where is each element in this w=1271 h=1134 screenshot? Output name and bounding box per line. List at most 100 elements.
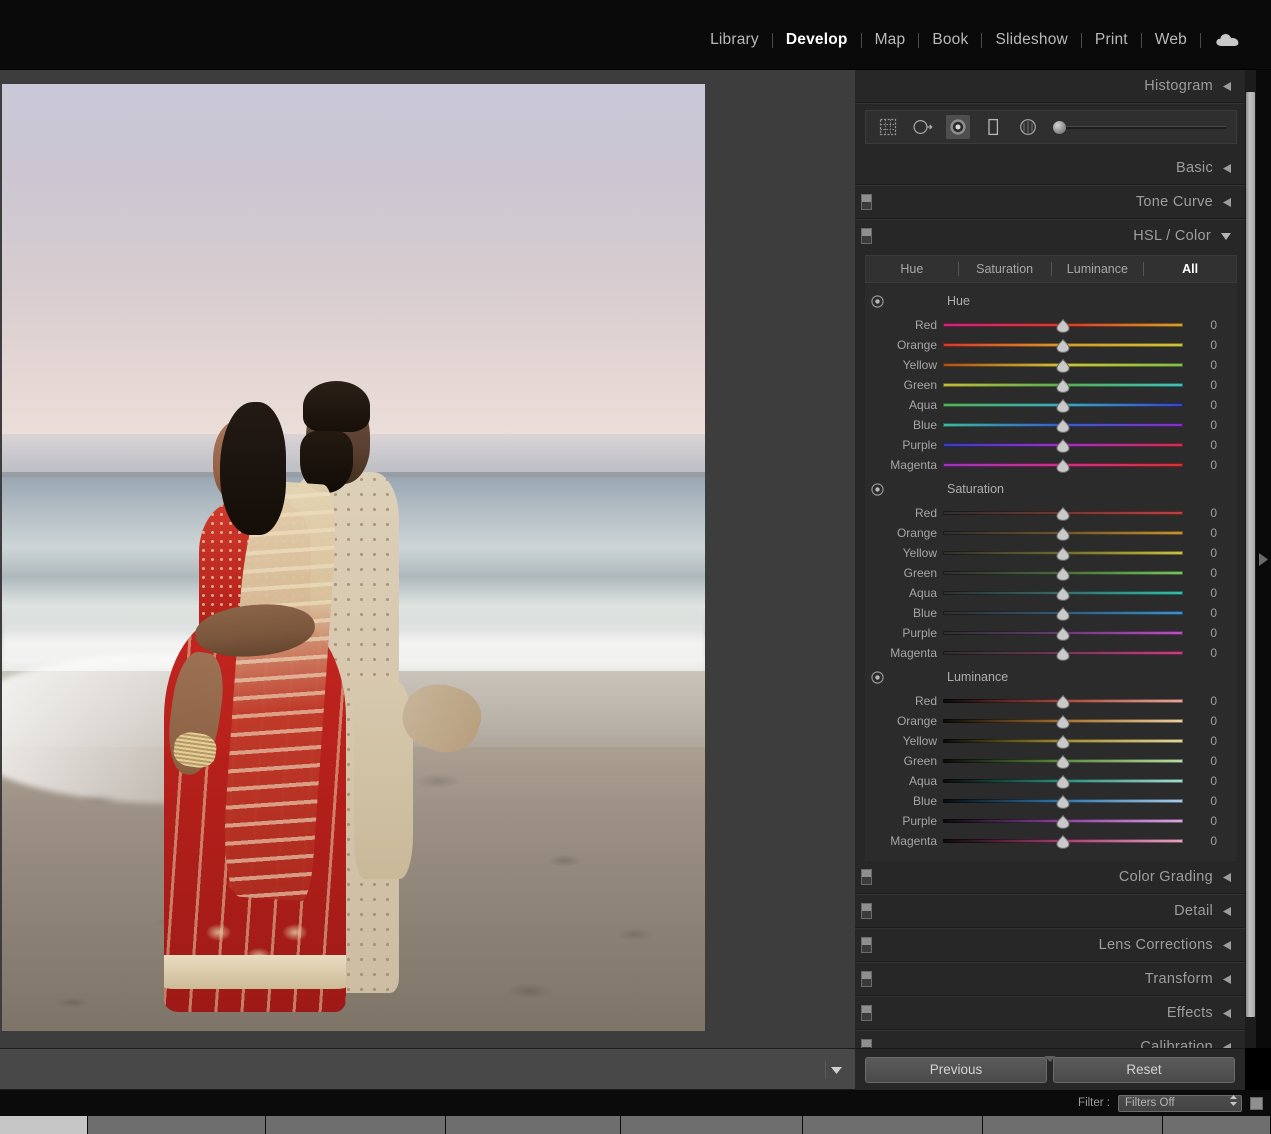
collapse-left-icon[interactable]: [1223, 872, 1231, 882]
collapse-left-icon[interactable]: [1223, 197, 1231, 207]
hsl-slider-value[interactable]: 0: [1183, 315, 1227, 335]
hsl-slider-row[interactable]: Blue 0: [865, 791, 1237, 811]
panel-switch-effects[interactable]: [861, 1005, 872, 1021]
tab-luminance[interactable]: Luminance: [1052, 256, 1144, 282]
radial-gradient-icon[interactable]: [1016, 115, 1040, 139]
hsl-slider-thumb[interactable]: [1056, 814, 1071, 829]
hsl-slider-track-wrap[interactable]: [943, 523, 1183, 543]
hsl-slider-value[interactable]: 0: [1183, 455, 1227, 475]
hsl-slider-row[interactable]: Yellow 0: [865, 731, 1237, 751]
hsl-slider-thumb[interactable]: [1056, 694, 1071, 709]
filmstrip-thumbnail[interactable]: [621, 1116, 803, 1134]
hsl-slider-value[interactable]: 0: [1183, 355, 1227, 375]
hsl-slider-value[interactable]: 0: [1183, 603, 1227, 623]
hsl-slider-track-wrap[interactable]: [943, 811, 1183, 831]
hsl-slider-value[interactable]: 0: [1183, 623, 1227, 643]
panel-switch-lens-corrections[interactable]: [861, 937, 872, 953]
hsl-slider-value[interactable]: 0: [1183, 643, 1227, 663]
hsl-slider-value[interactable]: 0: [1183, 771, 1227, 791]
hsl-slider-value[interactable]: 0: [1183, 831, 1227, 851]
tool-amount-slider[interactable]: [1053, 120, 1226, 134]
hsl-slider-row[interactable]: Purple 0: [865, 623, 1237, 643]
panel-scrollbar-thumb[interactable]: [1246, 92, 1255, 1017]
hsl-slider-track-wrap[interactable]: [943, 335, 1183, 355]
hsl-slider-thumb[interactable]: [1056, 606, 1071, 621]
panel-collapse-handle[interactable]: [1256, 70, 1271, 1048]
panel-resize-caret-icon[interactable]: [1044, 1049, 1056, 1067]
panel-header-transform[interactable]: Transform: [855, 963, 1245, 995]
photo-preview-frame[interactable]: [2, 84, 705, 1031]
hsl-slider-row[interactable]: Purple 0: [865, 811, 1237, 831]
hsl-slider-track-wrap[interactable]: [943, 583, 1183, 603]
hsl-slider-row[interactable]: Red 0: [865, 691, 1237, 711]
panel-header-tone-curve[interactable]: Tone Curve: [855, 186, 1245, 218]
module-tab-print[interactable]: Print: [1082, 31, 1141, 49]
hsl-slider-thumb[interactable]: [1056, 626, 1071, 641]
hsl-slider-thumb[interactable]: [1056, 398, 1071, 413]
hsl-slider-track-wrap[interactable]: [943, 603, 1183, 623]
hsl-slider-row[interactable]: Magenta 0: [865, 831, 1237, 851]
hsl-slider-row[interactable]: Yellow 0: [865, 355, 1237, 375]
hsl-slider-value[interactable]: 0: [1183, 543, 1227, 563]
collapse-left-icon[interactable]: [1223, 1008, 1231, 1018]
hsl-slider-track-wrap[interactable]: [943, 771, 1183, 791]
stepper-up-down-icon[interactable]: [1229, 1094, 1238, 1112]
hsl-slider-row[interactable]: Orange 0: [865, 335, 1237, 355]
panel-switch-tone-curve[interactable]: [861, 194, 872, 210]
flag-toggle-icon[interactable]: [1250, 1096, 1263, 1110]
hsl-slider-track-wrap[interactable]: [943, 395, 1183, 415]
filmstrip-thumbnail[interactable]: [0, 1116, 88, 1134]
hsl-slider-thumb[interactable]: [1056, 338, 1071, 353]
panel-switch-detail[interactable]: [861, 903, 872, 919]
panel-header-histogram[interactable]: Histogram: [855, 70, 1245, 102]
target-adjustment-icon[interactable]: [871, 295, 884, 313]
hsl-slider-row[interactable]: Magenta 0: [865, 455, 1237, 475]
hsl-slider-track-wrap[interactable]: [943, 415, 1183, 435]
hsl-slider-track-wrap[interactable]: [943, 503, 1183, 523]
hsl-slider-thumb[interactable]: [1056, 526, 1071, 541]
hsl-slider-thumb[interactable]: [1056, 714, 1071, 729]
hsl-slider-value[interactable]: 0: [1183, 395, 1227, 415]
photo-toolbar[interactable]: [0, 1048, 855, 1090]
hsl-slider-row[interactable]: Yellow 0: [865, 543, 1237, 563]
tool-amount-knob[interactable]: [1053, 120, 1066, 134]
hsl-slider-thumb[interactable]: [1056, 734, 1071, 749]
collapse-left-icon[interactable]: [1223, 81, 1231, 91]
hsl-slider-row[interactable]: Red 0: [865, 503, 1237, 523]
hsl-slider-thumb[interactable]: [1056, 358, 1071, 373]
panel-header-color-grading[interactable]: Color Grading: [855, 861, 1245, 893]
hsl-slider-thumb[interactable]: [1056, 754, 1071, 769]
previous-button[interactable]: Previous: [865, 1056, 1047, 1083]
hsl-slider-track-wrap[interactable]: [943, 315, 1183, 335]
hsl-slider-row[interactable]: Aqua 0: [865, 395, 1237, 415]
hsl-slider-thumb[interactable]: [1056, 586, 1071, 601]
hsl-slider-thumb[interactable]: [1056, 834, 1071, 849]
spot-removal-icon[interactable]: [911, 115, 935, 139]
hsl-slider-row[interactable]: Purple 0: [865, 435, 1237, 455]
panel-switch-hsl-color[interactable]: [861, 228, 872, 244]
tool-amount-track[interactable]: [1063, 125, 1226, 129]
hsl-slider-track-wrap[interactable]: [943, 435, 1183, 455]
panel-header-effects[interactable]: Effects: [855, 997, 1245, 1029]
tab-all[interactable]: All: [1144, 256, 1236, 282]
hsl-slider-track-wrap[interactable]: [943, 831, 1183, 851]
hsl-slider-thumb[interactable]: [1056, 438, 1071, 453]
hsl-slider-thumb[interactable]: [1056, 378, 1071, 393]
panel-switch-color-grading[interactable]: [861, 869, 872, 885]
collapse-left-icon[interactable]: [1223, 163, 1231, 173]
hsl-slider-value[interactable]: 0: [1183, 751, 1227, 771]
red-eye-correction-icon[interactable]: [946, 115, 970, 139]
panel-switch-transform[interactable]: [861, 971, 872, 987]
cloud-icon[interactable]: [1201, 32, 1251, 48]
hsl-slider-row[interactable]: Green 0: [865, 563, 1237, 583]
tab-saturation[interactable]: Saturation: [959, 256, 1051, 282]
hsl-slider-row[interactable]: Green 0: [865, 751, 1237, 771]
filmstrip-thumbnail[interactable]: [983, 1116, 1163, 1134]
hsl-slider-track-wrap[interactable]: [943, 563, 1183, 583]
hsl-slider-value[interactable]: 0: [1183, 435, 1227, 455]
hsl-slider-value[interactable]: 0: [1183, 415, 1227, 435]
module-tab-develop[interactable]: Develop: [773, 31, 861, 49]
panel-header-detail[interactable]: Detail: [855, 895, 1245, 927]
module-tab-map[interactable]: Map: [862, 31, 919, 49]
hsl-slider-thumb[interactable]: [1056, 418, 1071, 433]
